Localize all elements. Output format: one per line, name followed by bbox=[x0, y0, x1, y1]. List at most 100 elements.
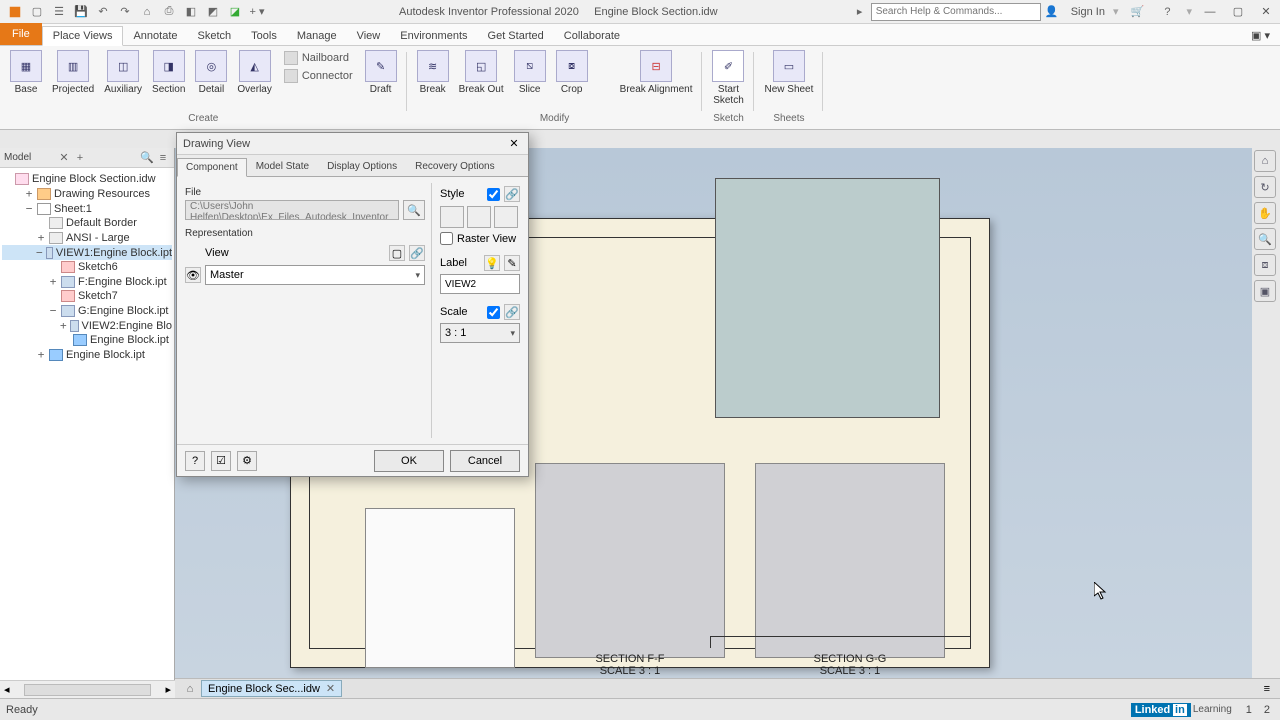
dialog-tab-model-state[interactable]: Model State bbox=[247, 157, 318, 176]
slice-button[interactable]: ⧅Slice bbox=[510, 48, 550, 113]
home-doc-tab[interactable]: ⌂ bbox=[179, 680, 201, 698]
print-icon[interactable]: ⎙ bbox=[160, 3, 178, 21]
drawing-view-section-f[interactable]: SECTION F-F SCALE 3 : 1 bbox=[535, 463, 725, 658]
style-link-checkbox[interactable] bbox=[487, 188, 500, 201]
tab-collaborate[interactable]: Collaborate bbox=[554, 27, 630, 45]
qa-more-icon[interactable]: + ▾ bbox=[248, 3, 266, 21]
nailboard-button[interactable]: Nailboard bbox=[280, 50, 357, 66]
break-alignment-button[interactable]: ⊟Break Alignment bbox=[616, 48, 697, 113]
home-icon[interactable]: ⌂ bbox=[138, 3, 156, 21]
doctabs-menu-icon[interactable]: ≡ bbox=[1258, 683, 1276, 695]
dialog-tab-display-options[interactable]: Display Options bbox=[318, 157, 406, 176]
appearance-icon[interactable]: ◪ bbox=[226, 3, 244, 21]
view-combo[interactable]: Master▾ bbox=[205, 265, 425, 285]
tab-annotate[interactable]: Annotate bbox=[123, 27, 187, 45]
dialog-help-button[interactable]: ? bbox=[185, 451, 205, 471]
dialog-tab-recovery[interactable]: Recovery Options bbox=[406, 157, 503, 176]
tree-view1[interactable]: −VIEW1:Engine Block.ipt bbox=[2, 245, 172, 260]
ok-button[interactable]: OK bbox=[374, 450, 444, 472]
close-button[interactable]: ✕ bbox=[1256, 3, 1276, 21]
page-2[interactable]: 2 bbox=[1260, 704, 1274, 716]
ribbon-expand-icon[interactable]: ▣ ▾ bbox=[1241, 26, 1280, 45]
drawing-view-isometric[interactable] bbox=[715, 178, 940, 418]
doc-tab-active[interactable]: Engine Block Sec...idw ✕ bbox=[201, 680, 342, 697]
scale-combo[interactable]: 3 : 1▾ bbox=[440, 323, 520, 343]
tree-sheet1[interactable]: −Sheet:1 bbox=[2, 201, 172, 216]
tree-root[interactable]: Engine Block Section.idw bbox=[2, 172, 172, 186]
break-button[interactable]: ≋Break bbox=[413, 48, 453, 113]
nav-zoom-all-icon[interactable]: ▣ bbox=[1254, 280, 1276, 302]
connector-button[interactable]: Connector bbox=[280, 68, 357, 84]
tree-drawing-resources[interactable]: +Drawing Resources bbox=[2, 186, 172, 201]
tree-engine-block-ipt-1[interactable]: Engine Block.ipt bbox=[2, 333, 172, 347]
tree-g-section[interactable]: −G:Engine Block.ipt bbox=[2, 303, 172, 318]
redo-icon[interactable]: ↷ bbox=[116, 3, 134, 21]
tree-f-section[interactable]: +F:Engine Block.ipt bbox=[2, 274, 172, 289]
file-tab[interactable]: File bbox=[0, 23, 42, 45]
detail-button[interactable]: ◎Detail bbox=[191, 48, 231, 113]
view-toggle-icon[interactable]: ▢ bbox=[389, 245, 405, 261]
browse-button[interactable]: 🔍 bbox=[403, 200, 425, 220]
user-icon[interactable]: 👤 bbox=[1043, 3, 1061, 21]
nav-zoom-window-icon[interactable]: ⧈ bbox=[1254, 254, 1276, 276]
help-icon[interactable]: ? bbox=[1158, 3, 1176, 21]
browser-menu-icon[interactable]: ≡ bbox=[156, 151, 170, 165]
open-icon[interactable]: ☰ bbox=[50, 3, 68, 21]
style-no-hidden-button[interactable] bbox=[467, 206, 491, 228]
app-menu-icon[interactable] bbox=[6, 3, 24, 21]
team-icon[interactable]: ◧ bbox=[182, 3, 200, 21]
nav-home-icon[interactable]: ⌂ bbox=[1254, 150, 1276, 172]
style-hidden-button[interactable] bbox=[440, 206, 464, 228]
auxiliary-button[interactable]: ◫Auxiliary bbox=[100, 48, 146, 113]
browser-search-icon[interactable]: 🔍 bbox=[140, 151, 154, 165]
crop-button[interactable]: ⧇Crop bbox=[552, 48, 592, 113]
dialog-options-button[interactable]: ⚙ bbox=[237, 451, 257, 471]
label-edit-icon[interactable]: ✎ bbox=[504, 255, 520, 271]
nav-orbit-icon[interactable]: ↻ bbox=[1254, 176, 1276, 198]
search-input[interactable] bbox=[871, 3, 1041, 21]
cart-icon[interactable]: 🛒 bbox=[1128, 3, 1146, 21]
search-arrow-icon[interactable]: ▸ bbox=[851, 3, 869, 21]
new-icon[interactable]: ▢ bbox=[28, 3, 46, 21]
scale-link-checkbox[interactable] bbox=[487, 306, 500, 319]
tree-engine-block-ipt-2[interactable]: +Engine Block.ipt bbox=[2, 347, 172, 362]
tree-ansi-large[interactable]: +ANSI - Large bbox=[2, 230, 172, 245]
label-input[interactable] bbox=[440, 274, 520, 294]
breakout-button[interactable]: ◱Break Out bbox=[455, 48, 508, 113]
tab-place-views[interactable]: Place Views bbox=[42, 26, 124, 46]
save-icon[interactable]: 💾 bbox=[72, 3, 90, 21]
projected-button[interactable]: ▥Projected bbox=[48, 48, 98, 113]
doc-tab-close-icon[interactable]: ✕ bbox=[326, 682, 335, 695]
signin-link[interactable]: Sign In bbox=[1071, 6, 1105, 18]
scale-link-icon[interactable]: 🔗 bbox=[504, 304, 520, 320]
tab-view[interactable]: View bbox=[347, 27, 391, 45]
draft-button[interactable]: ✎Draft bbox=[361, 48, 401, 113]
dialog-tab-component[interactable]: Component bbox=[177, 158, 247, 177]
style-link-icon[interactable]: 🔗 bbox=[504, 186, 520, 202]
maximize-button[interactable]: ▢ bbox=[1228, 3, 1248, 21]
tree-default-border[interactable]: Default Border bbox=[2, 216, 172, 230]
material-icon[interactable]: ◩ bbox=[204, 3, 222, 21]
tab-tools[interactable]: Tools bbox=[241, 27, 287, 45]
browser-add-icon[interactable]: + bbox=[73, 151, 87, 165]
raster-view-checkbox[interactable] bbox=[440, 232, 453, 245]
tab-sketch[interactable]: Sketch bbox=[188, 27, 242, 45]
drawing-view-section-g[interactable]: SECTION G-G SCALE 3 : 1 bbox=[755, 463, 945, 658]
nav-zoom-icon[interactable]: 🔍 bbox=[1254, 228, 1276, 250]
tree-sketch7[interactable]: Sketch7 bbox=[2, 289, 172, 303]
cancel-button[interactable]: Cancel bbox=[450, 450, 520, 472]
tab-get-started[interactable]: Get Started bbox=[478, 27, 554, 45]
style-shaded-button[interactable] bbox=[494, 206, 518, 228]
view-link-icon[interactable]: 🔗 bbox=[409, 245, 425, 261]
page-1[interactable]: 1 bbox=[1242, 704, 1256, 716]
tab-environments[interactable]: Environments bbox=[390, 27, 477, 45]
section-button[interactable]: ◨Section bbox=[148, 48, 189, 113]
label-visibility-icon[interactable]: 💡 bbox=[484, 255, 500, 271]
dialog-check-button[interactable]: ☑ bbox=[211, 451, 231, 471]
tree-sketch6[interactable]: Sketch6 bbox=[2, 260, 172, 274]
view-rep-icon[interactable]: 👁 bbox=[185, 267, 201, 283]
start-sketch-button[interactable]: ✐Start Sketch bbox=[708, 48, 748, 113]
base-button[interactable]: ▦Base bbox=[6, 48, 46, 113]
browser-close-icon[interactable]: ✕ bbox=[57, 151, 71, 165]
tree-view2[interactable]: +VIEW2:Engine Blo bbox=[2, 318, 172, 333]
